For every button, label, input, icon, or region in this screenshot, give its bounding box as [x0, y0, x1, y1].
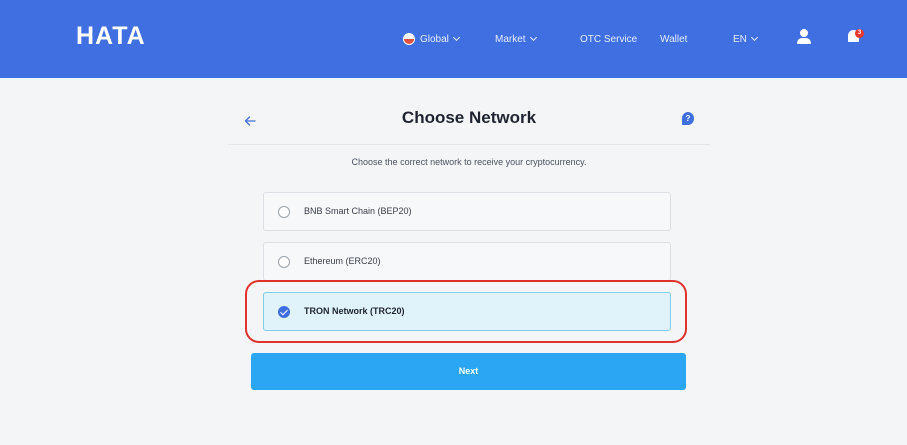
- divider: [228, 144, 710, 145]
- network-option-label: Ethereum (ERC20): [304, 256, 381, 266]
- page-title: Choose Network: [401, 108, 537, 127]
- nav-language[interactable]: EN: [733, 0, 758, 78]
- chevron-down-icon: [529, 33, 537, 41]
- page-subtitle: Choose the correct network to receive yo…: [351, 157, 587, 167]
- radio-button[interactable]: [278, 206, 290, 218]
- nav-market[interactable]: Market: [495, 0, 537, 78]
- radio-button[interactable]: [278, 256, 290, 268]
- nav-market-label: Market: [495, 33, 526, 45]
- nav-wallet[interactable]: Wallet: [660, 0, 687, 78]
- user-icon-head: [800, 29, 808, 37]
- notification-bell-icon[interactable]: 3: [848, 29, 864, 44]
- nav-language-label: EN: [733, 33, 747, 45]
- notification-badge: 3: [855, 29, 864, 38]
- network-option-bnb[interactable]: BNB Smart Chain (BEP20): [263, 192, 671, 231]
- user-icon[interactable]: [797, 29, 811, 45]
- network-option-ethereum[interactable]: Ethereum (ERC20): [263, 242, 671, 281]
- network-option-label: BNB Smart Chain (BEP20): [304, 206, 412, 216]
- nav-global-label: Global: [420, 33, 449, 45]
- chevron-down-icon: [750, 33, 758, 41]
- next-button[interactable]: Next: [251, 353, 686, 390]
- hata-logo[interactable]: HATA: [76, 22, 146, 51]
- globe-icon: [403, 33, 415, 45]
- nav-global[interactable]: Global: [403, 0, 460, 78]
- top-navigation-bar: HATA Global Market OTC Service Wallet EN…: [0, 0, 907, 78]
- nav-wallet-label: Wallet: [660, 33, 688, 45]
- nav-otc-service[interactable]: OTC Service: [580, 0, 637, 78]
- chevron-down-icon: [452, 33, 460, 41]
- user-icon-body: [797, 38, 811, 44]
- nav-otc-label: OTC Service: [580, 33, 638, 45]
- selection-highlight-outline: [245, 280, 687, 343]
- help-chat-icon[interactable]: ?: [682, 112, 694, 125]
